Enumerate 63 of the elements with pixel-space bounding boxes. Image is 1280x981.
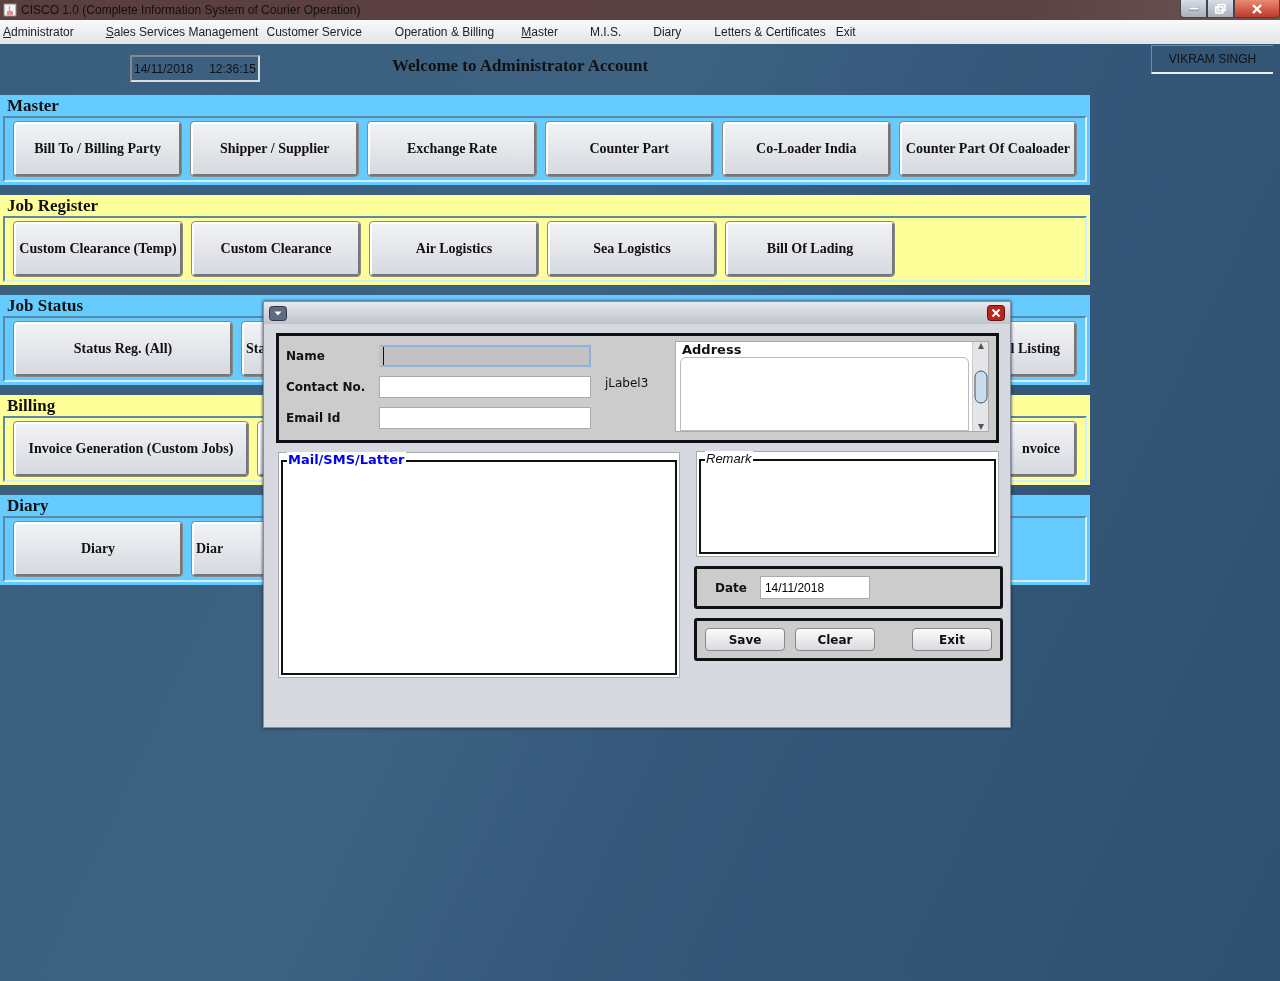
- field-label: Email Id: [286, 411, 342, 425]
- section-title: Billing: [6, 395, 56, 416]
- action-button[interactable]: Clear: [795, 628, 875, 651]
- menu-item[interactable]: Administrator: [3, 25, 74, 39]
- scrollbar[interactable]: [972, 342, 988, 431]
- menu-button[interactable]: Custom Clearance: [192, 222, 360, 276]
- close-icon: [1251, 3, 1263, 14]
- input-field[interactable]: [379, 376, 591, 398]
- close-button[interactable]: [1234, 0, 1280, 18]
- section-title: Job Status: [6, 295, 84, 316]
- maximize-button[interactable]: [1207, 0, 1234, 18]
- menu-item[interactable]: Letters & Certificates: [714, 25, 826, 39]
- menu-item[interactable]: Operation & Billing: [394, 25, 495, 39]
- time-text: 12:36:15: [209, 61, 256, 76]
- action-button[interactable]: Save: [705, 628, 785, 651]
- menu-button[interactable]: Custom Clearance (Temp): [14, 222, 182, 276]
- menu-button[interactable]: Exchange Rate: [368, 122, 536, 176]
- user-name: VIKRAM SINGH: [1151, 45, 1273, 74]
- dropdown-icon[interactable]: [269, 305, 287, 321]
- input-field[interactable]: [379, 407, 591, 429]
- scroll-down-icon[interactable]: [976, 423, 985, 431]
- scroll-thumb[interactable]: [973, 369, 988, 404]
- close-icon[interactable]: [987, 305, 1005, 321]
- menu-item[interactable]: M.I.S.: [589, 25, 622, 39]
- remark-area[interactable]: Remark: [696, 451, 999, 557]
- section-title: Master: [6, 95, 59, 116]
- date-text: 14/11/2018: [134, 61, 194, 76]
- group-title: Remark: [705, 451, 753, 466]
- menu-button[interactable]: Status Reg. (All): [14, 322, 232, 376]
- field-label: Contact No.: [286, 380, 367, 394]
- menu-item[interactable]: Exit: [835, 25, 856, 39]
- menu-button[interactable]: Counter Part: [545, 122, 713, 176]
- section-title: Job Register: [6, 195, 99, 216]
- menu-button[interactable]: Invoice Generation (Custom Jobs): [14, 422, 248, 476]
- menu-item[interactable]: Diary: [653, 25, 682, 39]
- address-field[interactable]: Address: [675, 341, 989, 432]
- window-title: CISCO 1.0 (Complete Information System of Courier Operation): [21, 3, 361, 17]
- minimize-button[interactable]: [1180, 0, 1207, 18]
- menu-item[interactable]: Customer Service: [266, 25, 362, 39]
- menu-button[interactable]: Air Logistics: [370, 222, 538, 276]
- menu-button[interactable]: Counter Part Of Coaloader: [899, 122, 1076, 176]
- scroll-up-icon[interactable]: [976, 342, 985, 350]
- action-button[interactable]: Exit: [912, 628, 992, 651]
- menu-item[interactable]: Master: [521, 25, 558, 39]
- welcome-heading: Welcome to Administrator Account: [392, 56, 649, 76]
- app-icon: [3, 3, 17, 17]
- menu-item[interactable]: Sales Services Management: [105, 25, 259, 39]
- menu-button[interactable]: Bill Of Lading: [726, 222, 894, 276]
- group-title: Mail/SMS/Latter: [287, 452, 406, 467]
- section-title: Diary: [6, 495, 49, 516]
- menu-button[interactable]: Diary: [14, 522, 182, 576]
- minimize-icon: [1188, 6, 1199, 11]
- date-field[interactable]: 14/11/2018: [759, 576, 870, 599]
- menu-button[interactable]: Co-Loader India: [722, 122, 890, 176]
- menu-button[interactable]: Bill To / Billing Party: [14, 122, 182, 176]
- menu-button[interactable]: Sea Logistics: [548, 222, 716, 276]
- field-label: Name: [286, 349, 326, 363]
- input-field[interactable]: [379, 345, 591, 367]
- message-area[interactable]: Mail/SMS/Latter: [278, 452, 680, 678]
- placeholder-label: jLabel3: [605, 376, 649, 390]
- field-label: Date: [715, 580, 747, 595]
- restore-icon: [1215, 3, 1226, 14]
- menu-button[interactable]: Shipper / Supplier: [191, 122, 359, 176]
